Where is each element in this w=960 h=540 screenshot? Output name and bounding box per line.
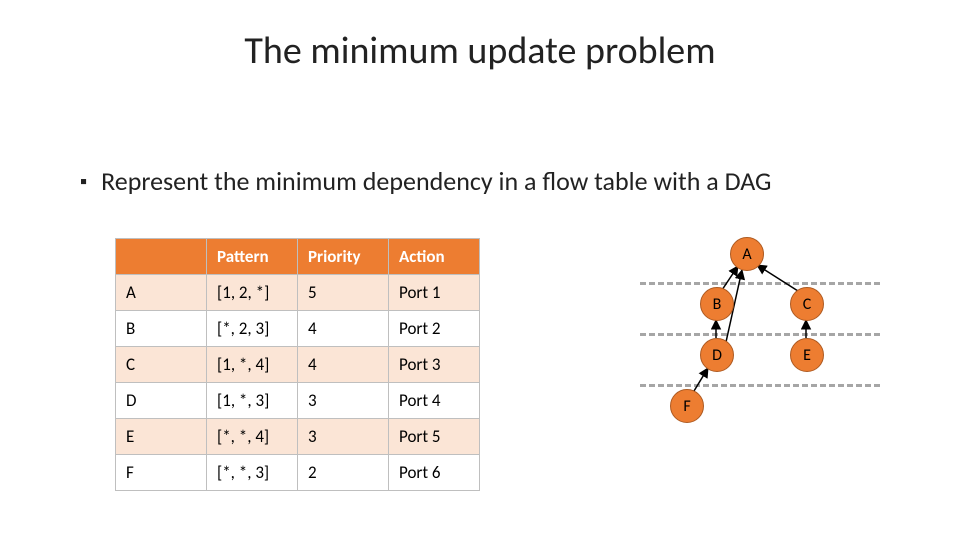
dag-node-e: E [790, 338, 824, 372]
row-action: Port 6 [389, 455, 480, 491]
row-pattern: [1, 2, *] [207, 275, 298, 311]
row-pattern: [*, 2, 3] [207, 311, 298, 347]
row-pattern: [1, *, 4] [207, 347, 298, 383]
dag-node-d: D [700, 338, 734, 372]
dag-node-c: C [790, 287, 824, 321]
row-pattern: [1, *, 3] [207, 383, 298, 419]
row-id: B [116, 311, 207, 347]
slide-title: The minimum update problem [0, 28, 960, 74]
row-priority: 4 [298, 347, 389, 383]
col-header-action: Action [389, 239, 480, 275]
table-header-row: Pattern Priority Action [116, 239, 480, 275]
row-priority: 4 [298, 311, 389, 347]
row-priority: 5 [298, 275, 389, 311]
row-priority: 3 [298, 383, 389, 419]
table-row: F [*, *, 3] 2 Port 6 [116, 455, 480, 491]
row-id: F [116, 455, 207, 491]
row-id: A [116, 275, 207, 311]
table-row: B [*, 2, 3] 4 Port 2 [116, 311, 480, 347]
dag-node-f: F [670, 389, 704, 423]
dag-diagram: A B C D E F [650, 232, 900, 452]
row-pattern: [*, *, 4] [207, 419, 298, 455]
col-header-pattern: Pattern [207, 239, 298, 275]
table-row: D [1, *, 3] 3 Port 4 [116, 383, 480, 419]
table-row: A [1, 2, *] 5 Port 1 [116, 275, 480, 311]
bullet-text: Represent the minimum dependency in a fl… [80, 165, 771, 197]
dag-node-b: B [700, 287, 734, 321]
table-row: E [*, *, 4] 3 Port 5 [116, 419, 480, 455]
row-action: Port 1 [389, 275, 480, 311]
row-id: E [116, 419, 207, 455]
row-pattern: [*, *, 3] [207, 455, 298, 491]
row-priority: 2 [298, 455, 389, 491]
row-id: C [116, 347, 207, 383]
col-header-priority: Priority [298, 239, 389, 275]
dag-node-a: A [730, 237, 764, 271]
row-action: Port 3 [389, 347, 480, 383]
row-priority: 3 [298, 419, 389, 455]
flow-table: Pattern Priority Action A [1, 2, *] 5 Po… [115, 238, 480, 491]
table-row: C [1, *, 4] 4 Port 3 [116, 347, 480, 383]
row-id: D [116, 383, 207, 419]
row-action: Port 2 [389, 311, 480, 347]
row-action: Port 5 [389, 419, 480, 455]
row-action: Port 4 [389, 383, 480, 419]
col-header-blank [116, 239, 207, 275]
